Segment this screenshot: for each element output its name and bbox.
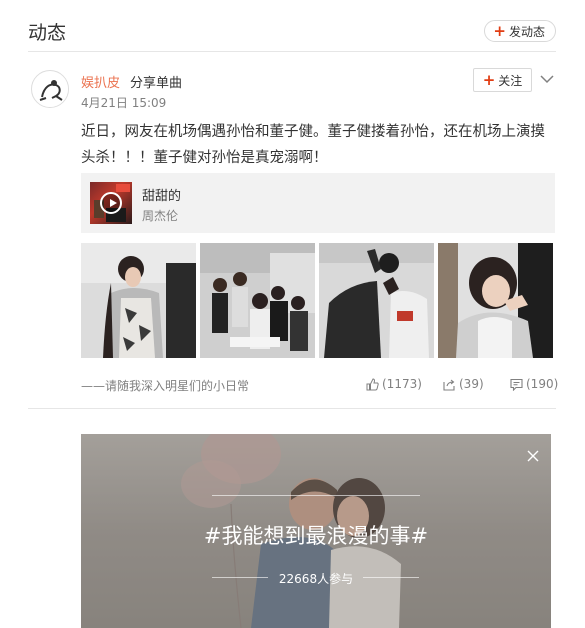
follow-label: 关注: [498, 73, 523, 88]
like-icon: [366, 377, 379, 390]
follow-button[interactable]: + 关注: [473, 68, 532, 92]
banner-rule: [212, 495, 420, 496]
like-count: (1173): [382, 377, 422, 391]
music-card[interactable]: 甜甜的 周杰伦: [81, 173, 555, 233]
plus-icon: +: [482, 70, 496, 89]
song-artist: 周杰伦: [142, 209, 179, 223]
comment-button[interactable]: (190): [510, 377, 558, 391]
post-text: 近日，网友在机场偶遇孙怡和董子健。董子健搂着孙怡，还在机场上演摸头杀！！！董子健…: [81, 124, 545, 166]
post-timestamp[interactable]: 4月21日 15:09: [81, 94, 166, 111]
post-status-label: 发动态: [508, 24, 545, 39]
plus-icon: +: [493, 21, 506, 40]
banner-participant-count: 22668人参与: [278, 572, 354, 586]
comment-count: (190): [526, 377, 559, 391]
comment-icon: [510, 378, 523, 391]
topic-banner[interactable]: #我能想到最浪漫的事# 22668人参与: [81, 434, 551, 628]
repost-count: (39): [459, 377, 484, 391]
like-button[interactable]: (1173): [366, 377, 422, 391]
repost-button[interactable]: (39): [443, 377, 484, 391]
close-icon[interactable]: [525, 448, 541, 464]
page-title: 动态: [28, 22, 67, 44]
play-icon[interactable]: [100, 192, 122, 214]
post-photo-2[interactable]: [200, 243, 315, 358]
song-title[interactable]: 甜甜的: [142, 185, 181, 204]
post-photo-3[interactable]: [319, 243, 434, 358]
repost-icon: [443, 379, 455, 391]
chevron-down-icon[interactable]: [540, 73, 554, 85]
banner-topic-title[interactable]: #我能想到最浪漫的事#: [81, 520, 551, 550]
avatar[interactable]: [31, 70, 69, 108]
album-cover[interactable]: [90, 182, 132, 224]
post-photo-4[interactable]: [438, 243, 553, 358]
post-photo-1[interactable]: [81, 243, 196, 358]
share-action-label: 分享单曲: [130, 76, 183, 91]
post-divider: [28, 408, 556, 409]
author-name-link[interactable]: 娱扒皮: [81, 72, 120, 91]
post-footer-note: ——请随我深入明星们的小日常: [81, 379, 250, 393]
post-status-button[interactable]: + 发动态: [484, 20, 556, 42]
feed-header: 动态 + 发动态: [28, 0, 556, 52]
